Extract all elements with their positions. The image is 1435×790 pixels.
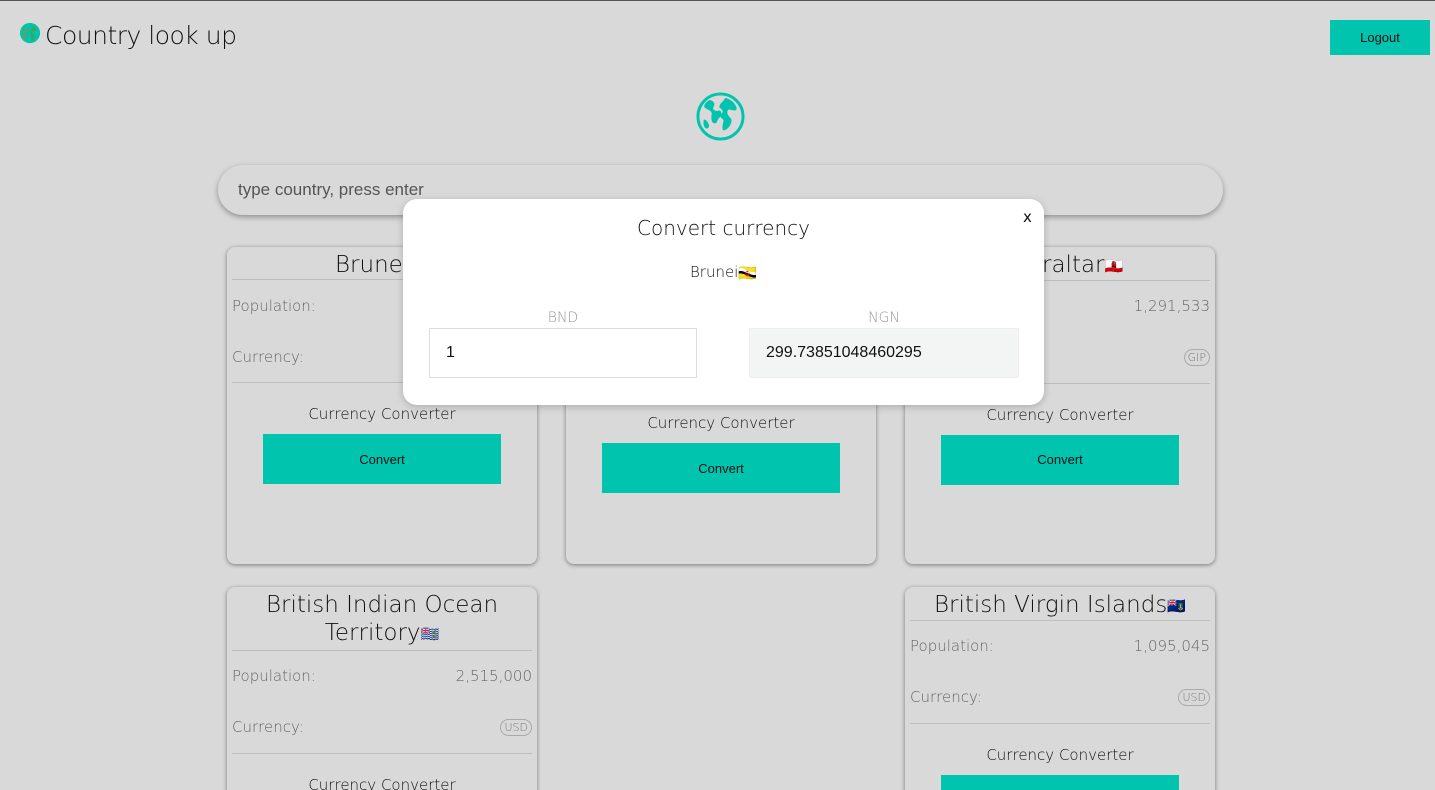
close-button[interactable]: x xyxy=(1023,208,1032,226)
from-currency-label: BND xyxy=(547,310,579,326)
currency-row: Currency: USD xyxy=(232,702,532,753)
converter-label: Currency Converter xyxy=(308,775,456,790)
country-card: British Indian Ocean Territory🇮🇴 Populat… xyxy=(227,587,537,790)
currency-label: Currency: xyxy=(232,718,304,736)
country-name: British Virgin Islands xyxy=(933,592,1168,618)
to-currency-label: NGN xyxy=(868,310,900,326)
country-name: British Indian Ocean Territory xyxy=(265,592,499,646)
globe-icon xyxy=(696,92,745,141)
modal-country: Brunei🇧🇳 xyxy=(403,263,1044,282)
logout-button[interactable]: Logout xyxy=(1330,20,1430,55)
converter-label: Currency Converter xyxy=(308,405,456,423)
convert-currency-modal: Convert currency x Brunei🇧🇳 BND NGN xyxy=(403,199,1044,405)
flag-icon: 🇬🇮 xyxy=(1104,256,1124,275)
convert-button[interactable]: Convert xyxy=(263,434,501,484)
population-value: 2,515,000 xyxy=(455,667,532,685)
currency-label: Currency: xyxy=(910,688,982,706)
population-value: 1,095,045 xyxy=(1133,637,1210,655)
currency-badge: USD xyxy=(1178,688,1210,706)
converted-amount-output[interactable] xyxy=(749,328,1019,378)
convert-button[interactable] xyxy=(941,774,1179,790)
app-title-text: Country look up xyxy=(45,21,237,50)
from-amount-input[interactable] xyxy=(429,328,697,378)
currency-row: Currency: USD xyxy=(910,672,1210,723)
population-label: Population: xyxy=(910,637,994,655)
country-card: British Virgin Islands🇻🇬 Population: 1,0… xyxy=(905,587,1215,790)
convert-button[interactable]: Convert xyxy=(941,434,1179,485)
population-row: Population: 1,095,045 xyxy=(910,621,1210,672)
population-label: Population: xyxy=(232,667,316,685)
population-row: Population: 2,515,000 xyxy=(232,651,532,702)
modal-title: Convert currency xyxy=(637,216,810,240)
card-title: British Virgin Islands🇻🇬 xyxy=(910,587,1210,621)
modal-country-name: Brunei xyxy=(689,263,739,281)
converter-label: Currency Converter xyxy=(986,745,1134,764)
flag-icon: 🇻🇬 xyxy=(1167,596,1187,615)
currency-badge: GIP xyxy=(1183,348,1210,366)
convert-button[interactable]: Convert xyxy=(602,443,840,493)
card-title: British Indian Ocean Territory🇮🇴 xyxy=(232,587,532,651)
globe-icon xyxy=(19,21,41,50)
currency-badge: USD xyxy=(500,718,532,736)
divider xyxy=(232,752,532,754)
population-value: 1,291,533 xyxy=(1133,297,1210,315)
country-name: raltar xyxy=(1042,252,1105,278)
population-label: Population: xyxy=(232,296,316,315)
converter-label: Currency Converter xyxy=(986,405,1134,424)
divider xyxy=(910,722,1210,724)
converter-label: Currency Converter xyxy=(647,414,795,432)
flag-icon: 🇧🇳 xyxy=(738,263,758,282)
flag-icon: 🇮🇴 xyxy=(420,624,440,643)
currency-label: Currency: xyxy=(232,347,304,366)
country-name: Brunei xyxy=(335,252,410,278)
app-title: Country look up xyxy=(19,21,237,50)
